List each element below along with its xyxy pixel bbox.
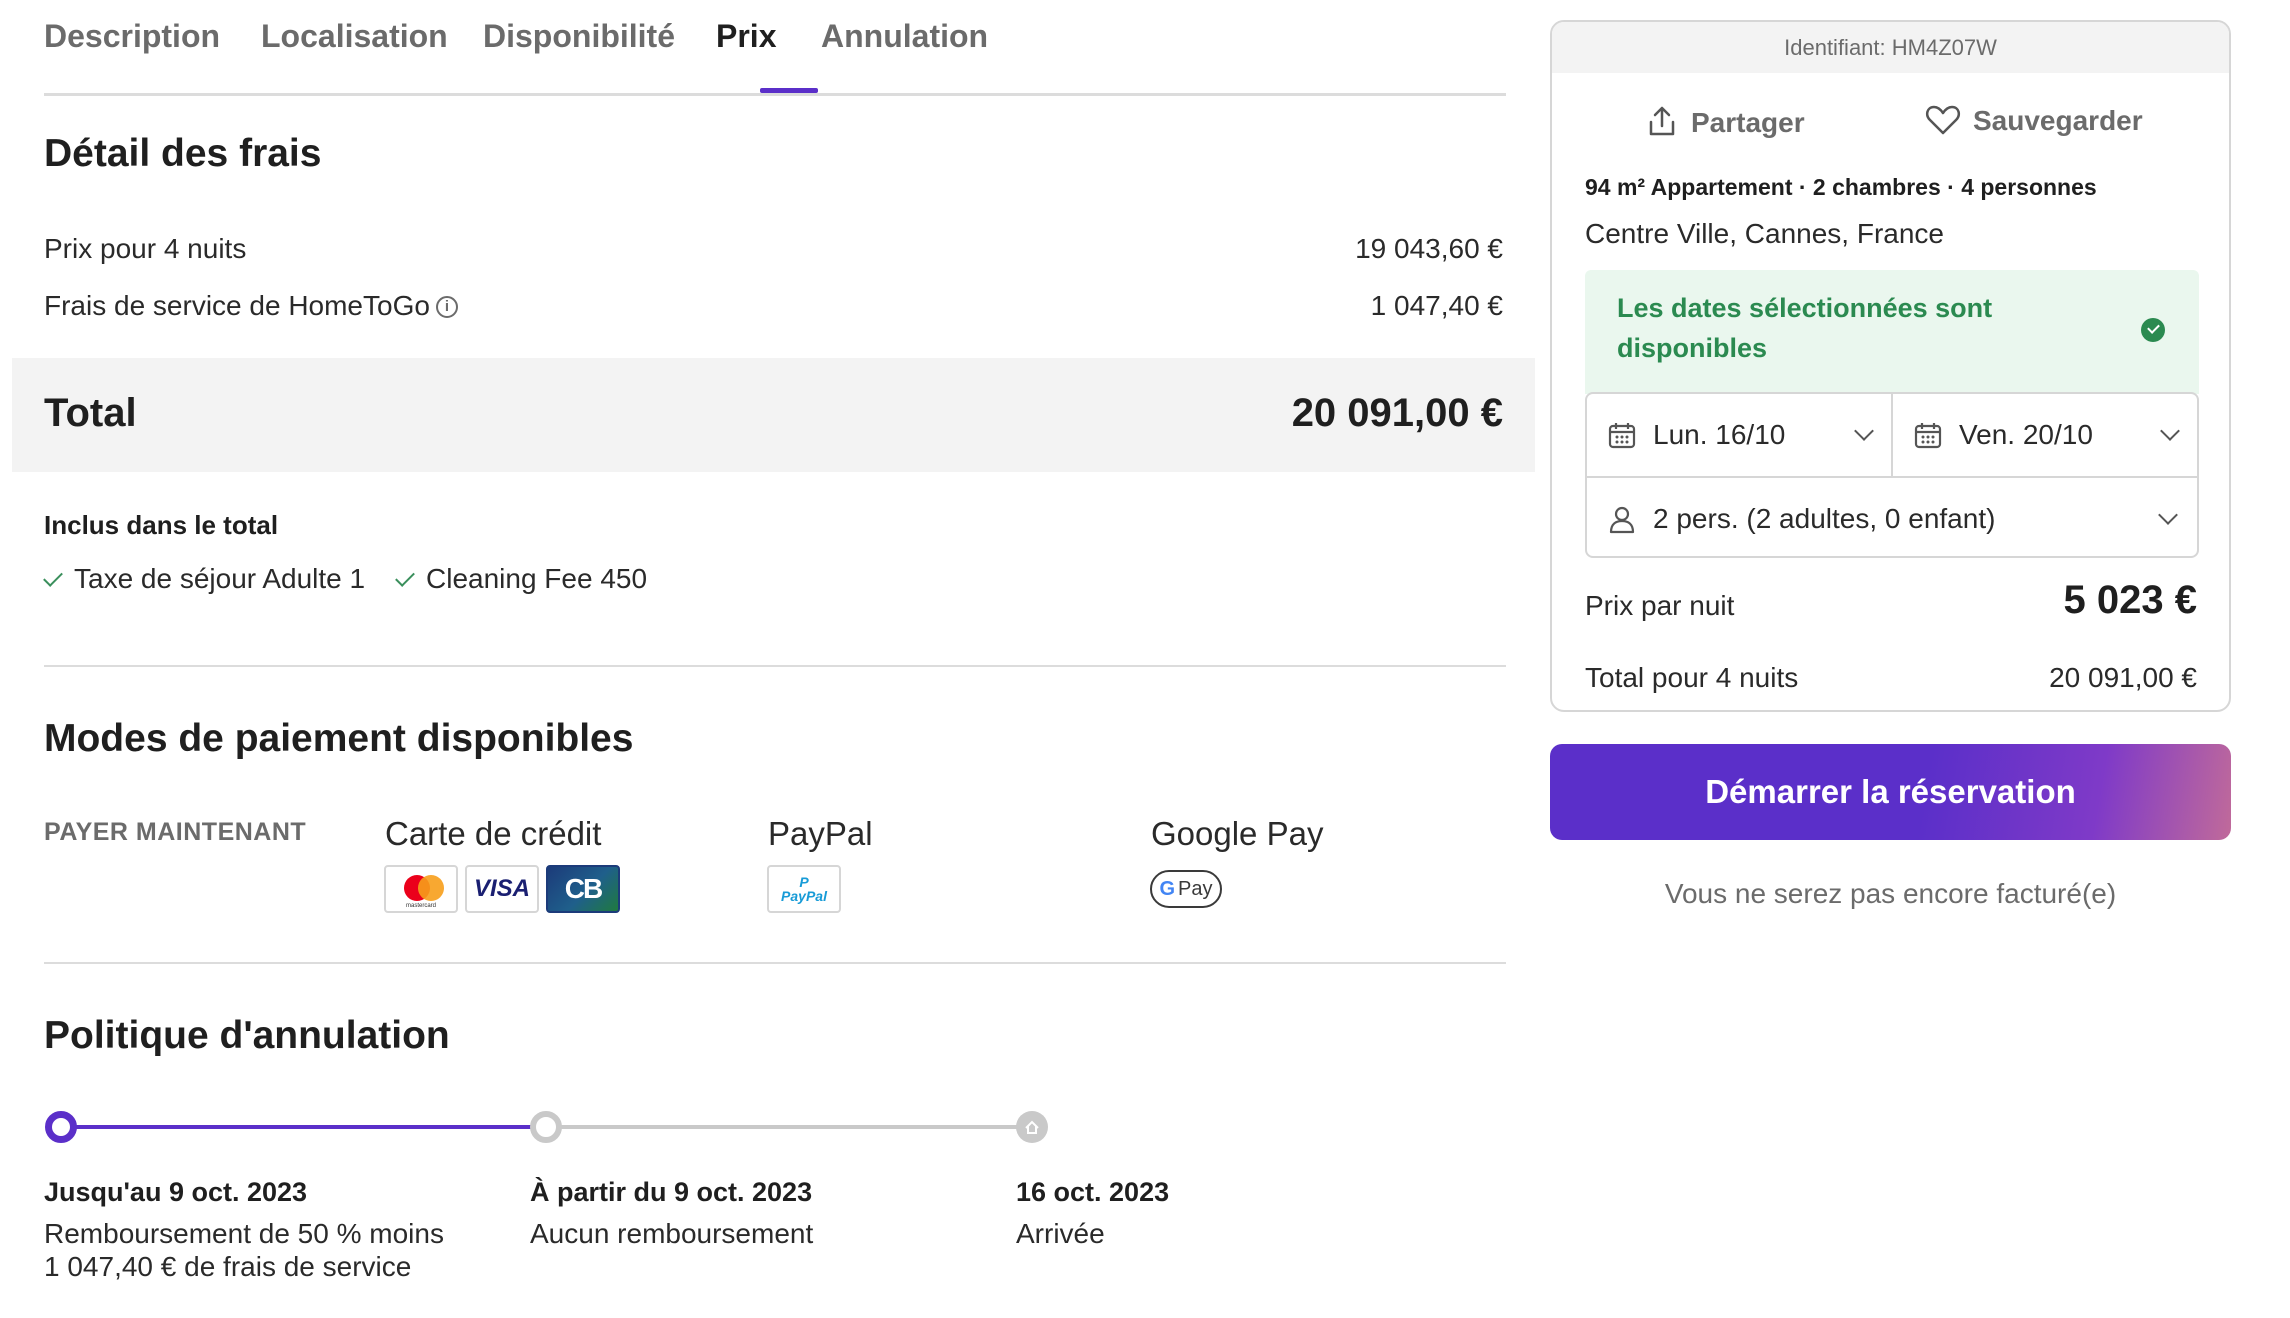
check-circle-icon [2141, 318, 2165, 342]
included-item-label: Taxe de séjour Adulte 1 [74, 563, 366, 594]
divider [44, 665, 1506, 667]
payment-method-google-pay: Google Pay [1151, 815, 1324, 852]
fee-row-value: 1 047,40 € [1370, 290, 1503, 321]
fees-title: Détail des frais [44, 132, 322, 175]
included-item-label: Cleaning Fee 450 [426, 563, 648, 594]
chevron-down-icon [1854, 421, 1874, 441]
google-pay-icon: G Pay [1150, 870, 1222, 908]
save-label: Sauvegarder [1973, 105, 2143, 136]
checkout-date-picker[interactable]: Ven. 20/10 [1913, 394, 2199, 476]
stay-total-label: Total pour 4 nuits [1585, 662, 1799, 693]
tab-cancellation[interactable]: Annulation [821, 18, 988, 55]
timeline-dot-active [45, 1111, 77, 1143]
section-tabs: Description Localisation Disponibilité P… [44, 0, 1506, 96]
timeline-step-title: À partir du 9 oct. 2023 [530, 1177, 813, 1207]
total-label: Total [44, 391, 137, 435]
availability-text: Les dates sélectionnées sont disponibles [1617, 293, 1993, 363]
timeline-segment [546, 1125, 1032, 1129]
active-tab-indicator [760, 88, 818, 93]
total-value: 20 091,00 € [1291, 391, 1503, 435]
guests-selector[interactable]: 2 pers. (2 adultes, 0 enfant) [1607, 478, 2197, 560]
calendar-icon [1608, 423, 1636, 449]
pay-now-label: PAYER MAINTENANT [44, 818, 307, 846]
availability-banner: Les dates sélectionnées sont disponibles [1585, 270, 2199, 394]
checkout-value: Ven. 20/10 [1959, 419, 2093, 450]
timeline-step-desc: Aucun remboursement [530, 1218, 814, 1249]
cb-card-icon: CB [546, 865, 620, 913]
price-per-night-label: Prix par nuit [1585, 590, 1735, 621]
share-button[interactable]: Partager [1645, 104, 1805, 139]
chevron-down-icon [2158, 505, 2178, 525]
chevron-down-icon [2160, 421, 2180, 441]
check-icon [395, 567, 415, 587]
not-charged-note: Vous ne serez pas encore facturé(e) [1664, 878, 2117, 909]
timeline-dot [530, 1111, 562, 1143]
included-item: Taxe de séjour Adulte 1 [43, 563, 366, 595]
visa-icon: VISA [465, 865, 539, 913]
payment-method-paypal: PayPal [768, 815, 873, 852]
cancellation-title: Politique d'annulation [44, 1014, 450, 1057]
property-meta: 94 m² Appartement · 2 chambres · 4 perso… [1585, 174, 2097, 200]
timeline-step-desc: Remboursement de 50 % moins 1 047,40 € d… [44, 1218, 444, 1282]
payment-method-credit-card: Carte de crédit [385, 815, 602, 852]
tab-price[interactable]: Prix [716, 18, 776, 55]
booking-fields: Lun. 16/10 Ven. 20/10 2 pers. (2 adultes… [1585, 392, 2199, 558]
tab-description[interactable]: Description [44, 18, 220, 55]
timeline-step-title: 16 oct. 2023 [1016, 1177, 1170, 1207]
checkin-value: Lun. 16/10 [1653, 419, 1786, 450]
checkin-date-picker[interactable]: Lun. 16/10 [1607, 394, 1891, 476]
included-title: Inclus dans le total [44, 510, 279, 540]
fee-row-value: 19 043,60 € [1355, 233, 1503, 264]
check-icon [43, 567, 63, 587]
home-icon [1016, 1111, 1048, 1143]
fee-row-label: Frais de service de HomeToGo [44, 290, 430, 321]
payment-title: Modes de paiement disponibles [44, 717, 634, 760]
tab-location[interactable]: Localisation [261, 18, 448, 55]
tab-availability[interactable]: Disponibilité [483, 18, 675, 55]
stay-total-value: 20 091,00 € [2049, 662, 2197, 693]
price-per-night-value: 5 023 € [2063, 578, 2197, 622]
service-fee-row: Frais de service de HomeToGo i [44, 290, 458, 322]
share-icon [1649, 106, 1675, 136]
start-booking-button[interactable]: Démarrer la réservation [1550, 744, 2231, 840]
divider [44, 962, 1506, 964]
timeline-step-title: Jusqu'au 9 oct. 2023 [44, 1177, 308, 1207]
included-item: Cleaning Fee 450 [395, 563, 648, 595]
guests-value: 2 pers. (2 adultes, 0 enfant) [1653, 503, 1996, 534]
paypal-icon: P PayPal [767, 865, 841, 913]
property-location: Centre Ville, Cannes, France [1585, 218, 1944, 249]
listing-identifier: Identifiant: HM4Z07W [1552, 22, 2229, 73]
person-icon [1609, 506, 1635, 534]
booking-panel: Identifiant: HM4Z07W Partager Sauvegarde… [1550, 20, 2231, 712]
heart-icon [1925, 105, 1961, 135]
share-label: Partager [1691, 107, 1805, 138]
mastercard-icon: mastercard [384, 865, 458, 913]
timeline-step-desc: Arrivée [1016, 1218, 1105, 1249]
timeline-segment-active [60, 1125, 546, 1129]
info-icon[interactable]: i [435, 296, 458, 318]
fee-row-label: Prix pour 4 nuits [44, 233, 247, 264]
save-button[interactable]: Sauvegarder [1925, 104, 2143, 137]
calendar-icon [1914, 423, 1942, 449]
